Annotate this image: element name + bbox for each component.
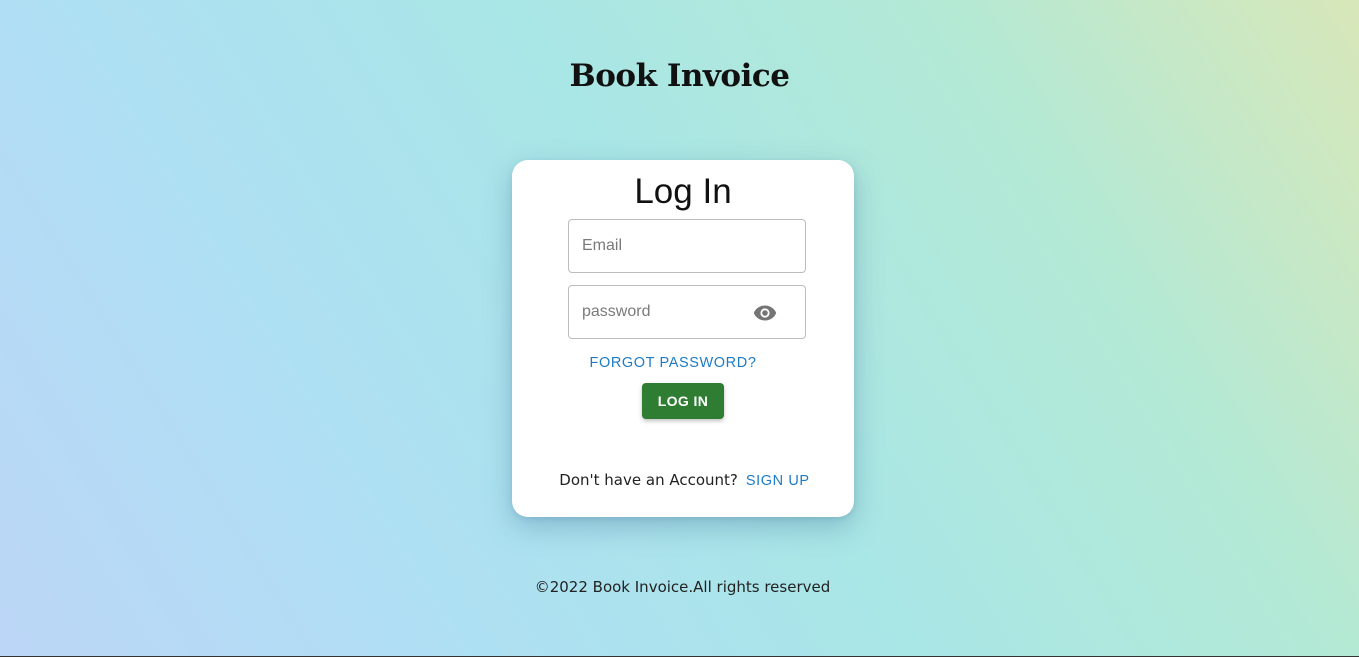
login-button[interactable]: LOG IN [642,383,724,419]
login-title: Log In [634,172,732,211]
signup-row: Don't have an Account? SIGN UP [512,471,854,489]
signup-link[interactable]: SIGN UP [746,473,810,489]
email-field [568,219,806,273]
login-card: Log In FORGOT PASSWORD? LOG IN Don't hav… [512,160,854,517]
password-field [568,285,806,339]
signup-prompt: Don't have an Account? [559,471,738,489]
password-input[interactable] [569,286,739,338]
brand-logo-title: Book Invoice [569,58,790,94]
forgot-password-link[interactable]: FORGOT PASSWORD? [512,355,834,371]
footer-copyright: ©2022 Book Invoice.All rights reserved [534,578,831,596]
email-input[interactable] [569,220,805,272]
eye-icon[interactable] [753,302,777,324]
